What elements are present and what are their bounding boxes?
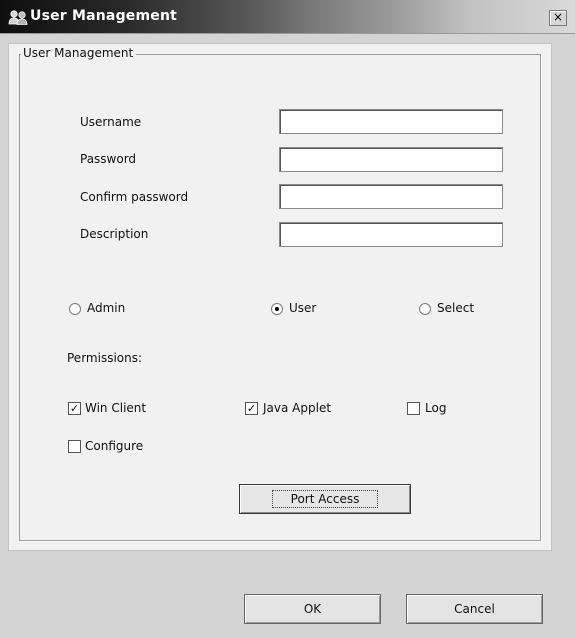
users-icon	[8, 10, 28, 25]
radio-button[interactable]	[69, 303, 81, 315]
radio-button[interactable]	[419, 303, 431, 315]
check-icon: ✓	[246, 402, 257, 415]
port-access-label: Port Access	[271, 490, 379, 508]
port-access-button[interactable]: Port Access	[239, 484, 411, 514]
dialog-panel: User Management Username Password Confir…	[8, 43, 552, 551]
radio-label[interactable]: Admin	[87, 301, 125, 315]
permissions-label: Permissions:	[67, 351, 143, 365]
checkbox[interactable]	[407, 402, 420, 415]
title-bar[interactable]: User Management ×	[0, 0, 575, 34]
close-button[interactable]: ×	[549, 10, 567, 26]
password-field[interactable]	[279, 147, 503, 172]
password-label: Password	[80, 152, 137, 166]
confirm-password-field[interactable]	[279, 184, 503, 209]
ok-button[interactable]: OK	[244, 594, 381, 624]
checkbox-label[interactable]: Configure	[85, 439, 143, 453]
radio-label[interactable]: User	[289, 301, 316, 315]
user-management-group: User Management Username Password Confir…	[19, 46, 541, 541]
window-title: User Management	[30, 8, 178, 24]
checkbox[interactable]: ✓	[68, 402, 81, 415]
checkbox[interactable]	[68, 440, 81, 453]
confirm-password-label: Confirm password	[80, 190, 189, 204]
checkbox-label[interactable]: Log	[425, 401, 446, 415]
checkbox[interactable]: ✓	[245, 402, 258, 415]
username-label: Username	[80, 115, 142, 129]
radio-button[interactable]	[271, 303, 283, 315]
description-field[interactable]	[279, 222, 503, 247]
check-icon: ✓	[69, 402, 80, 415]
checkbox-label[interactable]: Win Client	[85, 401, 146, 415]
close-icon: ×	[552, 10, 564, 24]
description-label: Description	[80, 227, 149, 241]
checkbox-label[interactable]: Java Applet	[263, 401, 331, 415]
group-legend: User Management	[21, 46, 137, 60]
cancel-button[interactable]: Cancel	[406, 594, 543, 624]
radio-label[interactable]: Select	[437, 301, 474, 315]
username-field[interactable]	[279, 109, 503, 134]
